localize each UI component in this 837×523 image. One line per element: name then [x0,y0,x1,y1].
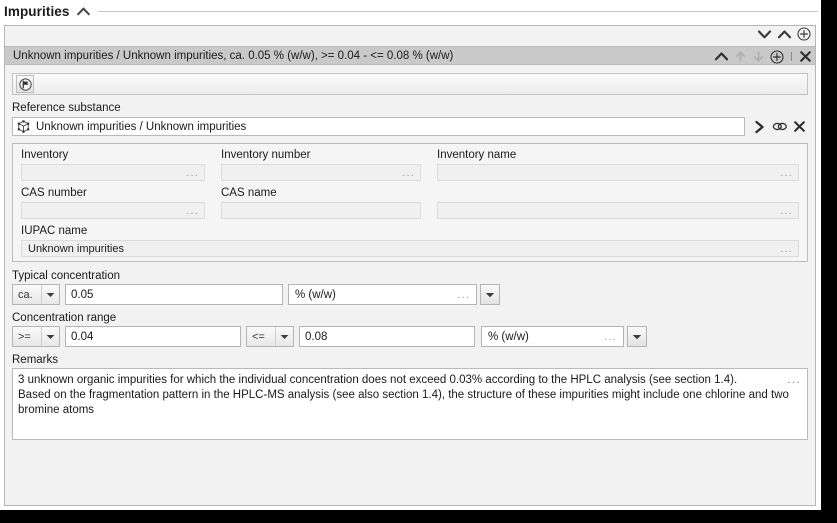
molecule-cube-icon [16,119,31,134]
range-lower-value-input[interactable]: 0.04 [65,326,241,347]
iupac-name-input[interactable]: Unknown impurities ... [21,240,799,257]
ellipsis-affordance[interactable]: ... [186,205,199,217]
cas-name-label: CAS name [221,187,277,199]
reference-substance-label: Reference substance [12,102,121,114]
link-icon[interactable] [771,118,788,135]
remarks-line: 3 unknown organic impurities for which t… [18,374,738,386]
ellipsis-affordance[interactable]: ... [402,167,415,179]
record-nav-icons [757,27,811,41]
plus-circle-icon[interactable] [770,49,784,64]
chevron-down-icon [632,334,642,340]
range-upper-value: 0.08 [305,330,328,343]
range-upper-value-input[interactable]: 0.08 [299,326,475,347]
range-unit-value: % (w/w) [488,330,529,343]
iupac-name-label: IUPAC name [21,225,88,237]
concentration-range-row: >= 0.04 <= 0.08 % (w/w) ... [12,326,808,347]
typical-qualifier-value: ca. [18,288,33,301]
typical-unit-field[interactable]: % (w/w) ... [288,284,477,305]
range-upper-qualifier-select[interactable]: <= [246,326,294,347]
range-upper-qualifier-value: <= [252,330,265,343]
chevron-up-icon[interactable] [777,29,792,40]
flag-toolbar [12,73,808,95]
ellipsis-affordance[interactable]: ... [787,374,801,386]
record-action-icons [714,47,812,66]
reference-substance-value: Unknown impurities / Unknown impurities [36,120,247,133]
table-row: Inventory ... Inventory number ... Inven… [13,147,807,185]
chevron-down-icon[interactable] [275,327,293,346]
typical-concentration-input[interactable]: 0.05 [65,284,283,305]
cas-extra-cell: ... [429,185,807,223]
page-title: Impurities [4,3,70,19]
chevron-up-icon[interactable] [714,51,729,62]
inventory-number-label: Inventory number [221,149,311,161]
range-unit-field[interactable]: % (w/w) ... [481,326,624,347]
range-lower-qualifier-select[interactable]: >= [12,326,60,347]
typical-concentration-value: 0.05 [71,288,94,301]
typical-concentration-label: Typical concentration [12,270,121,282]
inventory-name-cell: Inventory name ... [429,147,807,185]
iupac-name-cell: IUPAC name Unknown impurities ... [13,223,807,261]
table-row: IUPAC name Unknown impurities ... [13,223,807,261]
iupac-name-value: Unknown impurities [28,242,124,255]
remarks-textarea[interactable]: 3 unknown organic impurities for which t… [12,368,808,440]
plus-circle-icon[interactable] [797,27,811,41]
cas-number-cell: CAS number ... [13,185,213,223]
icon-separator [791,52,792,61]
inventory-number-cell: Inventory number ... [213,147,429,185]
inventory-label: Inventory [21,149,69,161]
typical-qualifier-select[interactable]: ca. [12,284,60,305]
typical-unit-value: % (w/w) [295,288,336,301]
close-icon[interactable] [791,118,808,135]
chevron-up-icon[interactable] [76,7,90,16]
application-panel: Impurities Unknown impurities / Unknown … [0,0,821,510]
inventory-input[interactable]: ... [21,164,205,181]
chevron-right-icon[interactable] [751,118,768,135]
cas-number-label: CAS number [21,187,87,199]
inventory-number-input[interactable]: ... [221,164,421,181]
header-divider [97,10,818,12]
impurities-block: Unknown impurities / Unknown impurities,… [4,25,816,506]
remarks-line: Based on the fragmentation pattern in th… [18,389,789,401]
ellipsis-affordance[interactable]: ... [457,289,470,301]
reference-substance-field[interactable]: Unknown impurities / Unknown impurities [12,117,745,136]
chevron-down-icon [485,292,495,298]
cas-extra-input[interactable]: ... [437,202,799,219]
reference-substance-actions [751,118,808,135]
chevron-down-icon[interactable] [41,327,59,346]
arrow-up-icon [734,50,747,63]
range-unit-dropdown-button[interactable] [627,326,647,347]
chevron-down-icon[interactable] [757,29,772,40]
reference-substance-row: Unknown impurities / Unknown impurities [12,117,808,136]
inventory-table: Inventory ... Inventory number ... Inven… [12,143,808,262]
close-icon[interactable] [799,50,812,63]
ellipsis-affordance[interactable]: ... [780,167,793,179]
ellipsis-affordance[interactable]: ... [604,331,617,343]
ellipsis-affordance[interactable]: ... [780,243,793,255]
remarks-line: bromine atoms [18,404,95,416]
record-nav-bar [5,26,815,46]
remarks-label: Remarks [12,354,59,366]
table-row: CAS number ... CAS name ... [13,185,807,223]
arrow-down-icon [752,50,765,63]
range-lower-qualifier-value: >= [18,330,31,343]
ellipsis-affordance[interactable]: ... [780,205,793,217]
range-lower-value: 0.04 [71,330,94,343]
cas-extra-label [437,185,799,202]
section-header: Impurities [0,0,821,22]
selected-record-row[interactable]: Unknown impurities / Unknown impurities,… [5,46,815,65]
ellipsis-affordance[interactable]: ... [186,167,199,179]
cas-name-cell: CAS name [213,185,429,223]
cas-name-input[interactable] [221,202,421,219]
inventory-name-label: Inventory name [437,149,517,161]
typical-unit-dropdown-button[interactable] [480,284,500,305]
chevron-down-icon[interactable] [41,285,59,304]
impurity-form: Reference substance Unknown impurities /… [5,67,815,505]
typical-concentration-row: ca. 0.05 % (w/w) ... [12,284,808,305]
flag-icon[interactable] [16,75,34,93]
inventory-cell: Inventory ... [13,147,213,185]
inventory-name-input[interactable]: ... [437,164,799,181]
record-summary-label: Unknown impurities / Unknown impurities,… [13,49,454,62]
concentration-range-label: Concentration range [12,312,117,324]
cas-number-input[interactable]: ... [21,202,205,219]
